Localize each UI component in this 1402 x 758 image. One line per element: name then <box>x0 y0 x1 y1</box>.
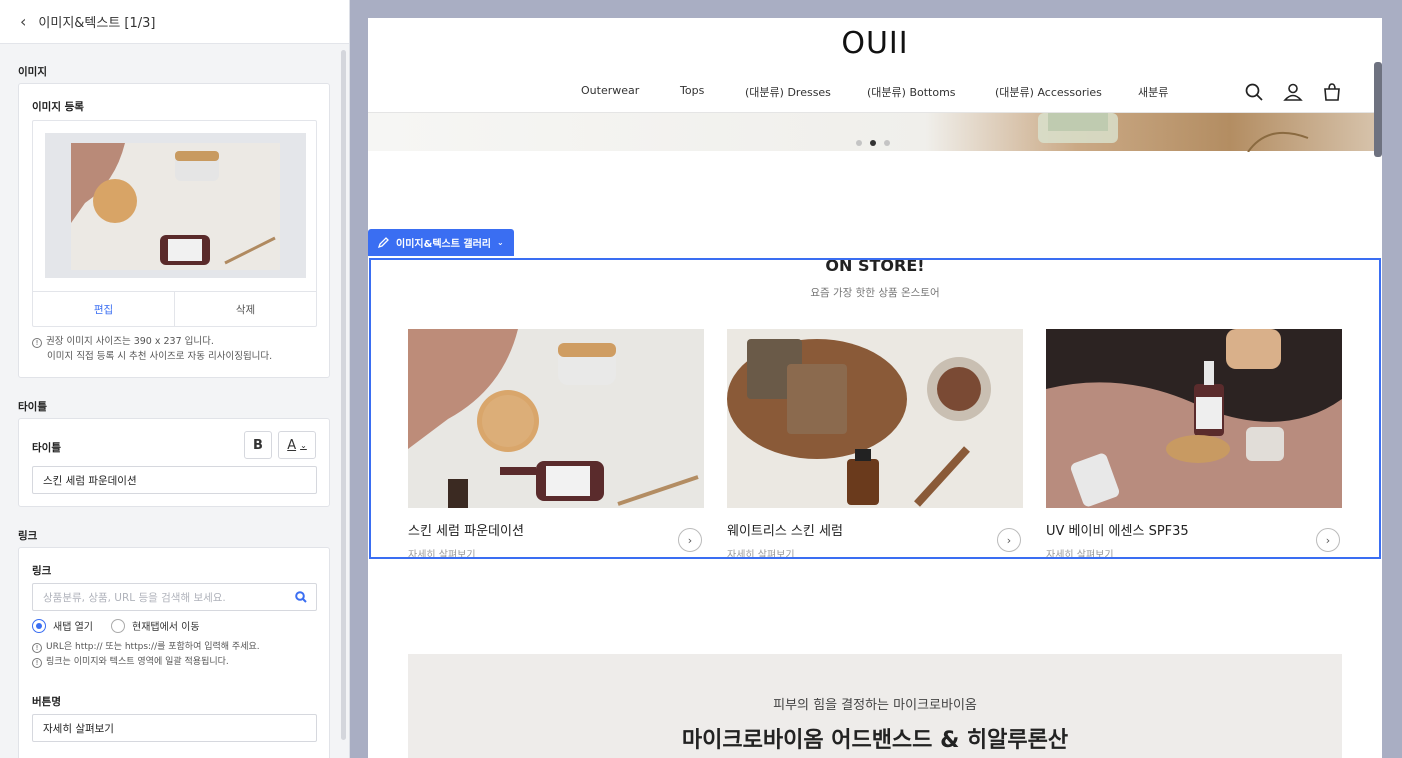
link-note: ! URL은 http:// 또는 https://를 포함하여 입력해 주세요.… <box>32 640 260 670</box>
image-card-label: 이미지 등록 <box>32 101 84 113</box>
radio-current-tab-dot[interactable] <box>111 618 125 633</box>
image-card: 이미지 등록 편집 삭제 ! 권장 이미지 사이즈는 390 x 237 입니다… <box>18 83 330 378</box>
preview-thumbnail <box>71 143 280 270</box>
link-card-label: 링크 <box>32 565 52 577</box>
title-card: 타이틀 B A ⌄ 스킨 세럼 파운데이션 <box>18 418 330 507</box>
panel-scrollbar[interactable] <box>341 50 346 740</box>
link-section-title: 링크 <box>18 530 38 542</box>
image-note: ! 권장 이미지 사이즈는 390 x 237 입니다. 이미지 직접 등록 시 … <box>32 334 272 364</box>
delete-image-button[interactable]: 삭제 <box>175 292 316 327</box>
info-icon: ! <box>32 338 42 348</box>
panel-header: ‹ 이미지&텍스트 [1/3] <box>0 0 349 44</box>
image-actions: 편집 삭제 <box>33 291 316 327</box>
promo-title: 마이크로바이옴 어드밴스드 & 히알루론산 <box>681 728 1069 753</box>
button-name-input[interactable]: 자세히 살펴보기 <box>32 714 317 742</box>
title-section-title: 타이틀 <box>18 401 47 413</box>
image-note-line-2: 이미지 직접 등록 시 추천 사이즈로 자동 리사이징됩니다. <box>47 351 273 362</box>
nav-item-outerwear[interactable]: Outerwear <box>581 84 639 97</box>
user-icon[interactable] <box>1283 82 1303 102</box>
chevron-down-icon: ⌄ <box>300 440 307 450</box>
chevron-down-icon: ⌄ <box>497 238 504 247</box>
settings-panel: ‹ 이미지&텍스트 [1/3] 이미지 이미지 등록 편집 삭제 ! 권장 이미… <box>0 0 350 758</box>
radio-new-tab[interactable]: 새탭 열기 <box>32 618 93 633</box>
info-icon: ! <box>32 658 42 668</box>
pencil-icon <box>378 237 389 248</box>
title-input[interactable]: 스킨 세럼 파운데이션 <box>32 466 317 494</box>
panel-title: 이미지&텍스트 [1/3] <box>38 16 156 31</box>
carousel-dots <box>856 140 890 146</box>
promo-subtitle: 피부의 힘을 결정하는 마이크로바이옴 <box>773 698 977 713</box>
preview-scrollbar[interactable] <box>1374 62 1382 157</box>
editor-selection-frame <box>369 258 1381 559</box>
nav-item-bottoms[interactable]: (대분류) Bottoms <box>867 84 956 100</box>
image-note-line-1: 권장 이미지 사이즈는 390 x 237 입니다. <box>46 336 214 347</box>
cart-icon[interactable] <box>1322 82 1342 102</box>
editor-block-label: 이미지&텍스트 갤러리 <box>396 239 492 250</box>
image-upload-box: 편집 삭제 <box>32 120 317 327</box>
link-search-input[interactable]: 상품분류, 상품, URL 등을 검색해 보세요. <box>32 583 317 611</box>
nav-item-dresses[interactable]: (대분류) Dresses <box>745 84 831 100</box>
radio-current-tab[interactable]: 현재탭에서 이동 <box>111 618 200 633</box>
info-icon: ! <box>32 643 42 653</box>
radio-current-tab-label: 현재탭에서 이동 <box>132 622 200 633</box>
link-note-line-1: URL은 http:// 또는 https://를 포함하여 입력해 주세요. <box>46 642 260 652</box>
search-icon[interactable] <box>295 591 307 603</box>
button-name-label: 버튼명 <box>32 696 61 708</box>
carousel-dot[interactable] <box>884 140 890 146</box>
link-card: 링크 상품분류, 상품, URL 등을 검색해 보세요. 새탭 열기 현재탭에서… <box>18 547 330 758</box>
title-card-label: 타이틀 <box>32 442 61 454</box>
promo-banner[interactable]: 피부의 힘을 결정하는 마이크로바이옴 마이크로바이옴 어드밴스드 & 히알루론… <box>408 654 1342 758</box>
bold-button[interactable]: B <box>244 431 272 459</box>
search-icon[interactable] <box>1244 82 1264 102</box>
carousel-dot-active[interactable] <box>870 140 876 146</box>
radio-new-tab-dot[interactable] <box>32 618 46 633</box>
hero-image <box>1038 113 1309 153</box>
site-logo[interactable]: OUII <box>368 26 1382 61</box>
image-section-title: 이미지 <box>18 66 47 78</box>
image-preview <box>45 133 306 278</box>
nav-item-tops[interactable]: Tops <box>680 84 704 97</box>
nav-item-new-category[interactable]: 새분류 <box>1138 84 1168 100</box>
link-note-line-2: 링크는 이미지와 텍스트 영역에 일괄 적용됩니다. <box>46 657 229 667</box>
link-search-placeholder: 상품분류, 상품, URL 등을 검색해 보세요. <box>43 591 226 604</box>
editor-frame-clip <box>369 559 1381 569</box>
text-color-label: A <box>287 437 297 453</box>
nav-item-accessories[interactable]: (대분류) Accessories <box>995 84 1102 100</box>
editor-block-tab[interactable]: 이미지&텍스트 갤러리 ⌄ <box>368 229 514 256</box>
back-arrow-icon[interactable]: ‹ <box>20 12 26 31</box>
edit-image-button[interactable]: 편집 <box>33 292 175 327</box>
carousel-dot[interactable] <box>856 140 862 146</box>
radio-new-tab-label: 새탭 열기 <box>53 622 93 633</box>
site-preview: OUII Outerwear Tops (대분류) Dresses (대분류) … <box>368 18 1382 758</box>
text-color-button[interactable]: A ⌄ <box>278 431 316 459</box>
